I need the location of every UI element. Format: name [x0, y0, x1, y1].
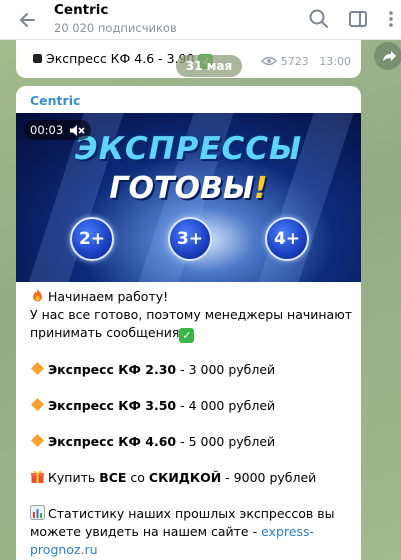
list-item: Экспресс КФ 2.30 - 3 000 рублей — [30, 361, 275, 377]
message-meta: 5723 13:00 — [261, 55, 351, 68]
list-item: Экспресс КФ 3.50 - 4 000 рублей — [30, 397, 275, 413]
views-count: 5723 — [280, 55, 309, 68]
badge-4plus: 4+ — [265, 217, 309, 261]
muted-speaker-icon[interactable] — [69, 124, 85, 137]
forward-button[interactable] — [374, 42, 401, 70]
badge-3plus: 3+ — [168, 217, 212, 261]
subscriber-count: 20 020 подписчиков — [54, 21, 177, 35]
black-square-icon — [33, 54, 42, 63]
fire-icon — [30, 288, 45, 303]
banner-subheading: ГОТОВЫ! — [109, 171, 268, 206]
gift-icon — [31, 470, 44, 483]
post-intro: Начинаем работу! У нас все готово, поэто… — [30, 288, 353, 343]
views-eye-icon — [261, 56, 278, 66]
badge-2plus: 2+ — [70, 217, 114, 261]
orange-diamond-icon — [31, 398, 44, 411]
chat-header: Centric 20 020 подписчиков — [0, 0, 401, 40]
video-duration: 00:03 — [24, 120, 92, 140]
stats-note: Статистику наших прошлых экспрессов вы м… — [30, 505, 335, 557]
check-mark-icon: ✓ — [179, 328, 195, 343]
post-channel-name[interactable]: Centric — [30, 93, 80, 108]
more-menu-icon[interactable] — [378, 6, 401, 32]
video-preview[interactable]: ЭКСПРЕССЫ ГОТОВЫ! 2+ 3+ 4+ 00:03 — [16, 113, 361, 282]
date-separator: 31 мая — [176, 55, 242, 77]
list-item: Экспресс КФ 4.60 - 5 000 рублей — [30, 433, 275, 449]
channel-title[interactable]: Centric — [54, 2, 108, 18]
bar-chart-icon — [30, 505, 45, 520]
sidebar-toggle-icon[interactable] — [345, 6, 371, 32]
orange-diamond-icon — [31, 434, 44, 447]
orange-diamond-icon — [31, 362, 44, 375]
channel-post: Centric ЭКСПРЕССЫ ГОТОВЫ! 2+ 3+ 4+ 00:03… — [16, 86, 361, 560]
back-arrow-icon[interactable] — [14, 6, 42, 34]
website-link-continued[interactable]: prognoz.ru — [30, 542, 98, 557]
bundle-offer: Купить ВСЕ со СКИДКОЙ - 9000 рублей — [30, 469, 316, 485]
message-time: 13:00 — [319, 55, 351, 68]
search-icon[interactable] — [306, 6, 332, 32]
forward-arrow-icon — [383, 51, 396, 61]
website-link[interactable]: express- — [261, 524, 314, 539]
